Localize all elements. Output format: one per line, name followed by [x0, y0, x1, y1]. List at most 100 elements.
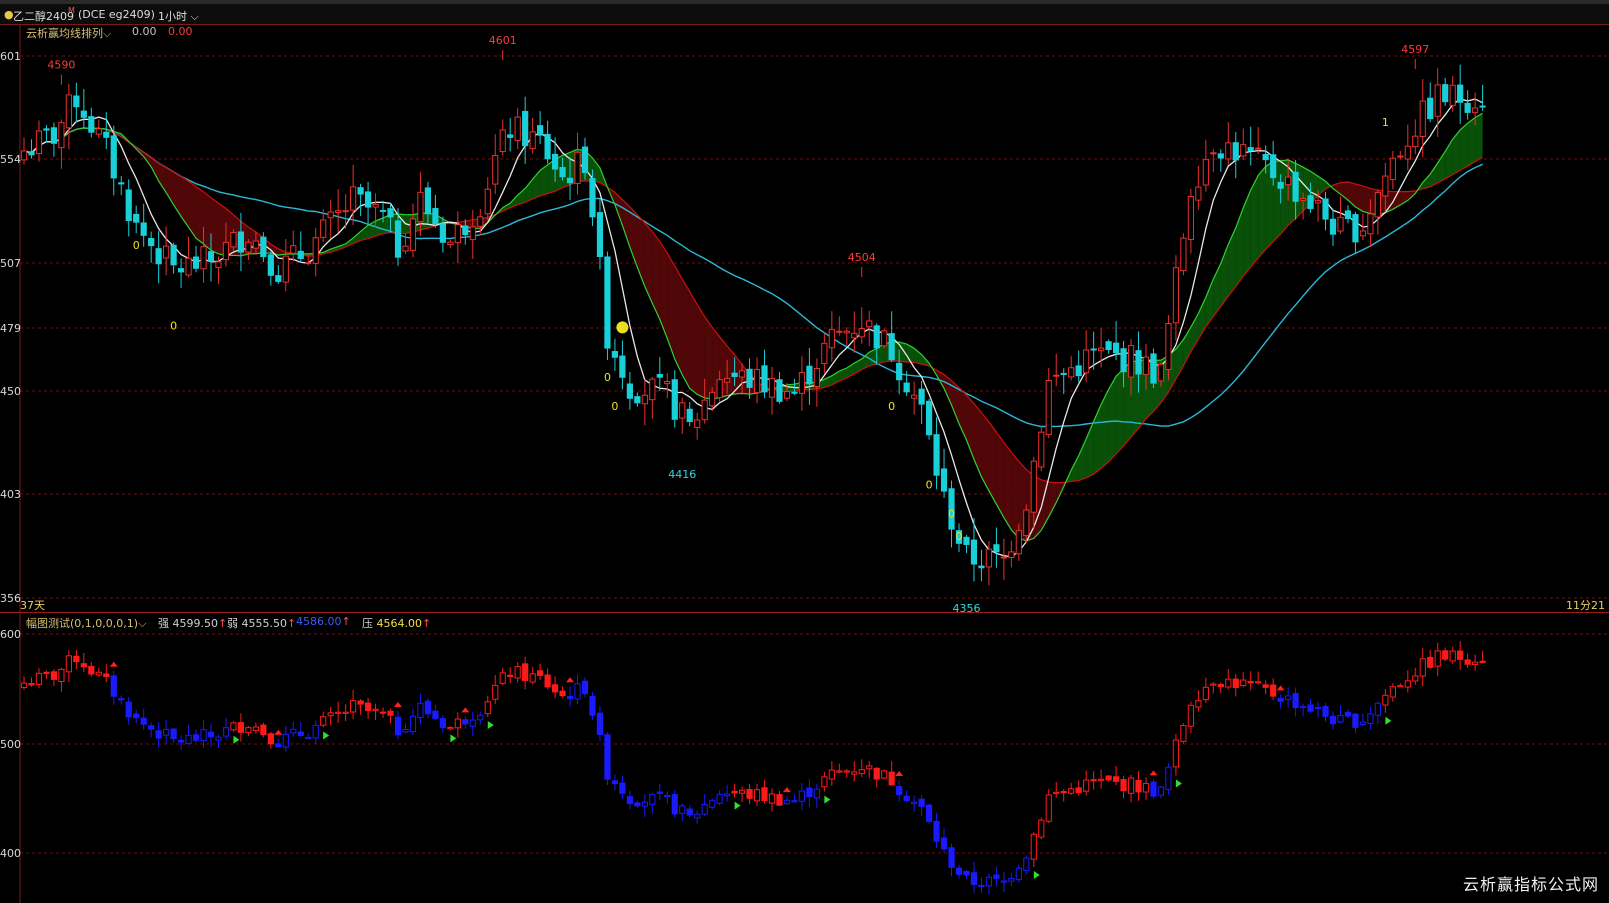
cloud-segment — [1452, 129, 1461, 175]
sub-candle-body — [1464, 659, 1471, 665]
sub-candle-body — [821, 776, 828, 788]
sub-candle-body — [574, 683, 581, 700]
candle-body — [133, 213, 140, 223]
candle-body — [1419, 100, 1426, 137]
sub-candle-body — [207, 731, 215, 738]
candle-body — [1449, 84, 1456, 106]
sub-candle-body — [1277, 697, 1284, 702]
sub-candle-body — [978, 884, 985, 888]
sub-candle-body — [529, 673, 536, 683]
cloud-segment — [1437, 151, 1446, 183]
cloud-segment — [689, 291, 698, 395]
candle-body — [1472, 107, 1479, 114]
candle-body — [1404, 145, 1411, 160]
candle-body — [993, 544, 1000, 553]
sub-candle-body — [1150, 781, 1157, 797]
candle-body — [230, 231, 237, 248]
sub-candle-body — [342, 711, 349, 714]
candle-body — [738, 370, 746, 378]
candle-body — [50, 127, 58, 144]
candle-body — [477, 216, 484, 227]
sub-candle-body — [275, 743, 282, 748]
candle-body — [320, 219, 327, 238]
sub-candle-body — [507, 674, 514, 677]
sub-candle-body — [177, 739, 185, 743]
sub-candle-body — [364, 702, 372, 711]
candle-body — [596, 212, 604, 257]
y-tick-label: 400 — [0, 847, 21, 860]
candle-body — [88, 116, 95, 133]
candle-body — [1427, 97, 1434, 120]
sub-candle-body — [813, 788, 820, 799]
candle-body — [1262, 153, 1269, 161]
candle-body — [499, 129, 506, 153]
sub-candle-body — [454, 718, 461, 729]
sub-candle-body — [551, 684, 559, 693]
candle-body — [709, 391, 716, 407]
pressure-label: 压 — [362, 617, 373, 630]
sub-candle-body — [738, 789, 746, 794]
sub-indicator-selector[interactable]: 幅图测试(0,1,0,0,0,1)⌵ — [26, 615, 146, 631]
candle-body — [297, 250, 304, 260]
candle-body — [1352, 214, 1359, 243]
cloud-segment — [1467, 117, 1476, 167]
cloud-segment — [1362, 185, 1371, 214]
candle-body — [724, 377, 731, 383]
sub-candle-body — [828, 769, 835, 780]
sell-arrow-icon — [394, 701, 402, 707]
candle-body — [1322, 198, 1329, 220]
sub-candle-body — [596, 712, 604, 736]
candle-body — [551, 153, 559, 170]
y-tick-label: 479 — [0, 322, 21, 335]
up-arrow-icon: ↑ — [218, 617, 228, 630]
sub-candle-body — [791, 800, 798, 803]
indicator-value-1: 0.00 — [132, 25, 157, 38]
signal-marker: 0 — [948, 507, 955, 520]
sub-candle-body — [1045, 794, 1052, 822]
candle-body — [798, 372, 806, 394]
cloud-segment — [203, 191, 211, 251]
candle-body — [1045, 379, 1052, 435]
sub-candle-body — [387, 710, 394, 716]
candle-body — [813, 368, 820, 387]
candle-body — [1008, 551, 1015, 558]
candle-body — [439, 223, 446, 243]
candle-body — [731, 372, 738, 377]
sub-candle-body — [836, 770, 843, 773]
sub-candle-body — [1120, 778, 1127, 792]
candle-body — [1270, 154, 1277, 179]
low-label: 4356 — [952, 602, 980, 615]
signal-marker: 0 — [888, 400, 895, 413]
candle-body — [836, 330, 843, 333]
sell-arrow-icon — [1149, 770, 1158, 776]
candle-body — [492, 155, 499, 185]
candle-body — [1479, 105, 1486, 108]
candle-body — [1075, 365, 1082, 377]
candle-body — [1374, 191, 1381, 218]
sub-candle-body — [350, 700, 357, 713]
candle-body — [1135, 350, 1142, 375]
sub-candle-body — [1479, 660, 1486, 663]
candle-body — [469, 226, 476, 241]
indicator-selector[interactable]: 云析赢均线排列⌵ — [26, 25, 111, 41]
candle-body — [1344, 210, 1352, 220]
candle-body — [858, 328, 865, 338]
sub-candle-body — [656, 791, 663, 794]
candle-body — [1195, 186, 1202, 201]
weak-value: 4555.50 — [241, 617, 288, 630]
cloud-segment — [682, 278, 690, 389]
signal-marker: 0 — [926, 478, 933, 491]
sub-candle-body — [873, 767, 880, 780]
cloud-segment — [1280, 159, 1289, 235]
sub-candle-body — [1008, 878, 1015, 882]
candle-body — [641, 394, 648, 405]
sub-candle-body — [462, 719, 469, 725]
y-tick-label: 403 — [0, 488, 21, 501]
cloud-segment — [1011, 452, 1019, 538]
candle-body — [1023, 509, 1030, 536]
candle-body — [1329, 218, 1337, 235]
candle-body — [237, 231, 245, 253]
sub-candle-body — [1449, 650, 1456, 662]
candle-body — [275, 275, 282, 282]
candle-body — [1285, 176, 1292, 186]
